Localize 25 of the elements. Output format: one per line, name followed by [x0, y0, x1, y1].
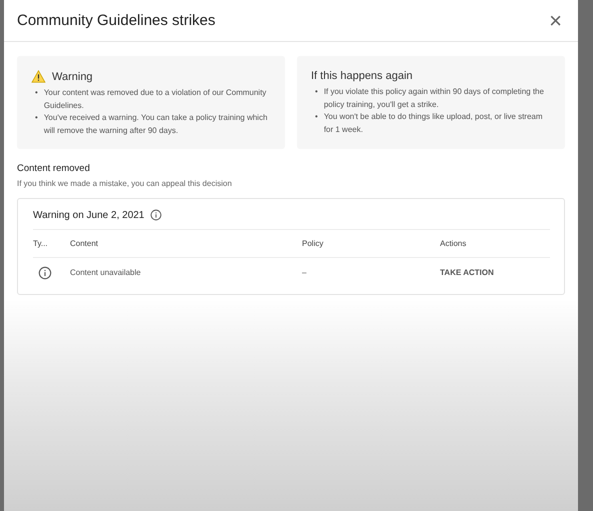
column-header: Ty... — [33, 239, 49, 248]
bullet-marker: • — [314, 86, 318, 98]
column-header: Content — [70, 239, 100, 248]
warning-icon — [31, 70, 46, 83]
bullet-text: You won't be able to do things like upload, post, or live stream for 1 week. — [324, 111, 544, 136]
bullet-text: You've received a warning. You can take a policy training which will remove the warning after 90 days. — [44, 112, 268, 137]
bullet-marker: • — [314, 111, 318, 123]
column-header: Policy — [302, 239, 324, 248]
card-title: If this happens again — [311, 70, 413, 82]
section-subtitle: If you think we made a mistake, you can appeal this decision — [17, 179, 233, 188]
info-icon[interactable] — [150, 209, 162, 221]
column-header: Actions — [440, 239, 468, 248]
take-action-link[interactable]: TAKE ACTION — [440, 268, 550, 277]
bullet-text: Your content was removed due to a violation of our Community Guidelines. — [44, 87, 268, 112]
bullet-marker: • — [34, 112, 38, 124]
card-title: Warning — [52, 70, 93, 82]
bullet-text: If you violate this policy again within 90 days of completing the policy training, you'll get a strike. — [324, 86, 545, 111]
section-title: Content removed — [17, 163, 91, 174]
info-icon — [38, 266, 52, 280]
close-button[interactable]: × — [545, 10, 566, 32]
table-cell-text: – — [302, 268, 308, 277]
bullet-marker: • — [34, 87, 38, 99]
table-cell-text: Content unavailable — [70, 268, 142, 277]
dialog-title: Community Guidelines strikes — [17, 12, 216, 29]
strike-title: Warning on June 2, 2021 — [33, 210, 144, 220]
